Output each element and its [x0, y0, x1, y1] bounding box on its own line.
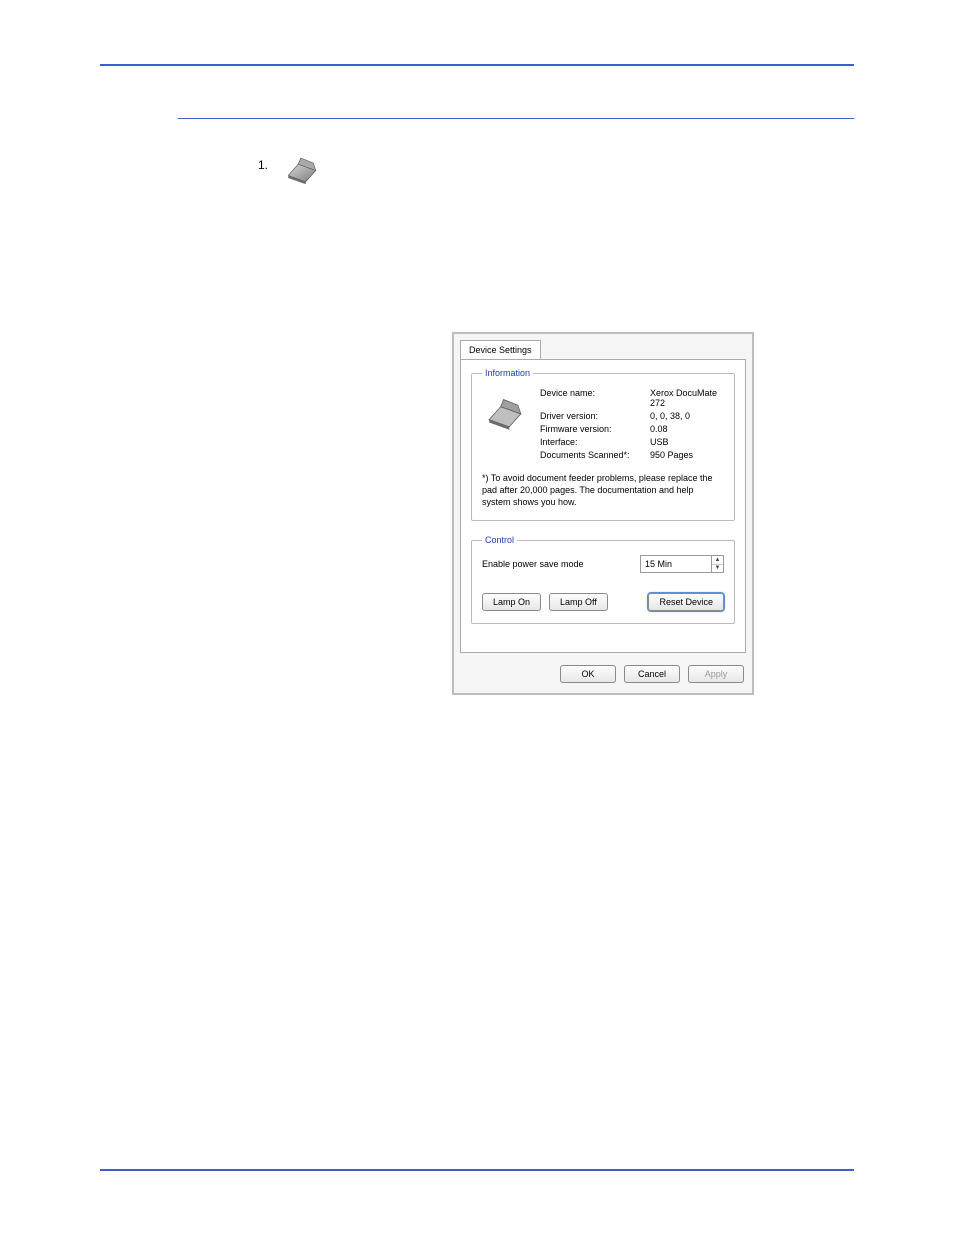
device-settings-dialog: Device Settings Information Device name:… — [452, 332, 754, 695]
tab-device-settings[interactable]: Device Settings — [460, 340, 541, 359]
information-group: Information Device name: Xerox DocuMate … — [471, 368, 735, 521]
step-1-row: 1. — [258, 148, 322, 188]
scanner-icon — [282, 148, 322, 188]
spinner-down-icon[interactable]: ▼ — [712, 565, 723, 573]
pad-replace-note: *) To avoid document feeder problems, pl… — [482, 472, 724, 508]
lamp-off-button[interactable]: Lamp Off — [549, 593, 608, 611]
dialog-button-row: OK Cancel Apply — [454, 659, 752, 693]
info-grid: Device name: Xerox DocuMate 272 Driver v… — [540, 388, 724, 460]
docs-scanned-value: 950 Pages — [650, 450, 724, 460]
power-save-input[interactable] — [641, 556, 711, 572]
docs-scanned-label: Documents Scanned*: — [540, 450, 640, 460]
device-name-value: Xerox DocuMate 272 — [650, 388, 724, 408]
scanner-icon — [482, 388, 528, 434]
control-group: Control Enable power save mode ▲ ▼ Lamp … — [471, 535, 735, 624]
dialog-panel: Information Device name: Xerox DocuMate … — [460, 359, 746, 653]
section-rule — [178, 118, 854, 119]
information-legend: Information — [482, 368, 533, 378]
bottom-rule — [100, 1169, 854, 1171]
power-save-spinner[interactable]: ▲ ▼ — [640, 555, 724, 573]
step-1-number: 1. — [258, 148, 268, 174]
cancel-button[interactable]: Cancel — [624, 665, 680, 683]
lamp-on-button[interactable]: Lamp On — [482, 593, 541, 611]
spinner-up-icon[interactable]: ▲ — [712, 556, 723, 565]
tab-strip: Device Settings — [454, 334, 752, 359]
interface-value: USB — [650, 437, 724, 447]
reset-device-button[interactable]: Reset Device — [648, 593, 724, 611]
ok-button[interactable]: OK — [560, 665, 616, 683]
power-save-label: Enable power save mode — [482, 559, 584, 569]
apply-button[interactable]: Apply — [688, 665, 744, 683]
driver-version-value: 0, 0, 38, 0 — [650, 411, 724, 421]
interface-label: Interface: — [540, 437, 640, 447]
firmware-version-value: 0.08 — [650, 424, 724, 434]
top-rule — [100, 64, 854, 66]
driver-version-label: Driver version: — [540, 411, 640, 421]
firmware-version-label: Firmware version: — [540, 424, 640, 434]
device-name-label: Device name: — [540, 388, 640, 408]
control-legend: Control — [482, 535, 517, 545]
